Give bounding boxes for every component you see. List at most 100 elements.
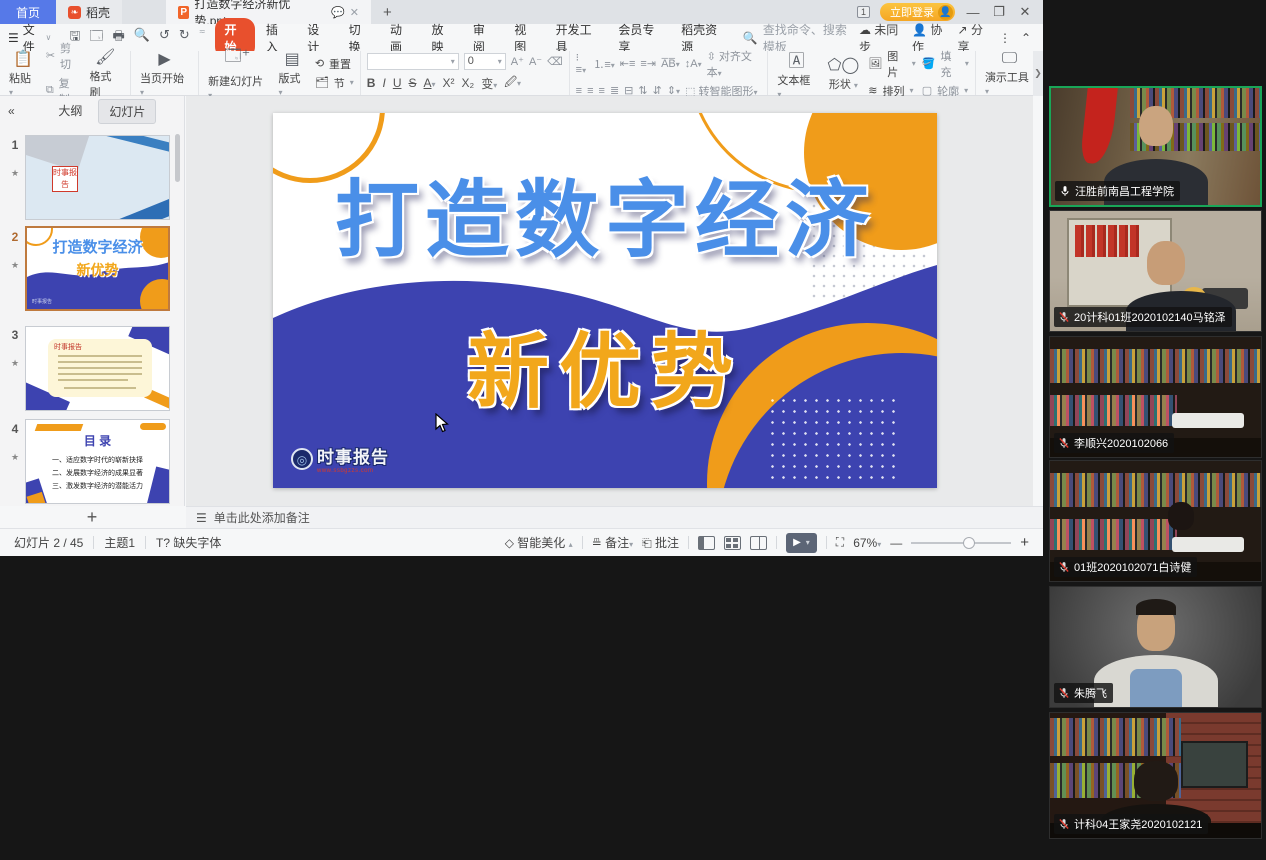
tab-docer[interactable]: ❧ 稻壳 bbox=[56, 0, 122, 24]
export-icon[interactable]: 🗔 bbox=[89, 27, 103, 49]
fill-button[interactable]: 🪣填充▾ bbox=[922, 48, 969, 80]
font-name-combo[interactable]: ▾ bbox=[367, 53, 459, 70]
align-text-button[interactable]: ⇳ 对齐文本▾ bbox=[707, 48, 762, 80]
collapse-panel-icon[interactable]: « bbox=[8, 104, 15, 118]
status-bar: 幻灯片 2 / 45 主题1 T? 缺失字体 ◇ 智能美化 ▴ ≞ 备注▾ ⎗ … bbox=[0, 528, 1043, 556]
shapes-button[interactable]: ⬠◯ 形状 ▾ bbox=[824, 55, 862, 92]
notes-toggle-button[interactable]: ≞ 备注▾ bbox=[592, 534, 633, 551]
fit-slide-icon[interactable]: ⛶ bbox=[836, 535, 844, 550]
slides-group: 🗔⁺ 新建幻灯片 ▾ ▤ 版式 ▾ ⟲重置 🗂节▾ bbox=[199, 51, 361, 95]
paste-button[interactable]: 📋 粘贴 ▾ bbox=[6, 49, 40, 98]
cut-icon: ✂ bbox=[46, 49, 55, 62]
increase-indent-icon[interactable]: ≡⇥ bbox=[640, 57, 656, 70]
zoom-level[interactable]: 67%▾ bbox=[853, 536, 881, 550]
new-slide-icon: 🗔⁺ bbox=[224, 45, 250, 72]
bullets-icon[interactable]: ⁝≡▾ bbox=[576, 51, 589, 76]
window-count-badge[interactable]: 1 bbox=[857, 6, 870, 18]
participant-head bbox=[1139, 106, 1173, 146]
tab-slides[interactable]: 幻灯片 bbox=[98, 99, 156, 124]
play-from-current-button[interactable]: ▶ 当页开始 ▾ bbox=[137, 49, 192, 98]
collapse-ribbon-icon[interactable]: ⌃ bbox=[1021, 31, 1031, 45]
video-tile-1[interactable]: 汪胜前南昌工程学院 bbox=[1049, 86, 1262, 207]
insert-group: 🄰 文本框 ▾ ⬠◯ 形状 ▾ 🖼图片▾ ≋排列▾ 🪣填充▾ ▢轮廓▾ bbox=[768, 51, 976, 95]
paste-icon: 📋 bbox=[13, 49, 33, 69]
thumbnail-scrollbar[interactable] bbox=[175, 134, 180, 182]
align-center-icon[interactable]: ≡ bbox=[587, 85, 593, 97]
video-tile-2[interactable]: 20计科01班2020102140马铭泽 bbox=[1049, 210, 1262, 332]
subscript-button[interactable]: X₂ bbox=[462, 76, 475, 90]
zoom-slider-knob[interactable] bbox=[963, 537, 975, 549]
add-slide-button[interactable]: + bbox=[0, 507, 184, 528]
font-size-combo[interactable]: 0▾ bbox=[464, 53, 506, 70]
video-tile-6[interactable]: 计科04王家尧2020102121 bbox=[1049, 712, 1262, 839]
participant-nameplate: 李顺兴2020102066 bbox=[1054, 433, 1174, 453]
line-spacing-icon[interactable]: ↕A▾ bbox=[685, 58, 702, 70]
align-left-icon[interactable]: ≡ bbox=[576, 85, 582, 97]
strikethrough-button[interactable]: S bbox=[408, 76, 416, 90]
cut-button[interactable]: ✂剪切 bbox=[46, 40, 81, 72]
hamburger-icon: ☰ bbox=[8, 31, 19, 45]
textbox-button[interactable]: 🄰 文本框 ▾ bbox=[774, 47, 818, 100]
font-color-button[interactable]: A▾ bbox=[424, 76, 436, 90]
comments-button[interactable]: ⎗ 批注 bbox=[642, 534, 679, 551]
numbering-icon[interactable]: ⒈≡▾ bbox=[593, 56, 614, 72]
video-tile-4[interactable]: 01班2020102071白诗健 bbox=[1049, 460, 1262, 582]
clear-format-icon[interactable]: ⌫ bbox=[547, 55, 563, 68]
missing-font-warning[interactable]: T? 缺失字体 bbox=[156, 534, 221, 551]
redo-icon[interactable]: ↻ bbox=[179, 27, 190, 49]
notes-lines-icon: ≞ bbox=[592, 536, 602, 550]
align-right-icon[interactable]: ≡ bbox=[599, 85, 605, 97]
minimize-button[interactable]: — bbox=[965, 5, 981, 20]
bold-button[interactable]: B bbox=[367, 76, 376, 90]
new-slide-button[interactable]: 🗔⁺ 新建幻灯片 ▾ bbox=[205, 45, 269, 101]
tab-outline[interactable]: 大纲 bbox=[48, 99, 92, 124]
video-tile-3[interactable]: 李顺兴2020102066 bbox=[1049, 336, 1262, 458]
ribbon-overflow-button[interactable]: ❯ bbox=[1033, 51, 1043, 96]
slide-sorter-view-icon[interactable] bbox=[724, 536, 741, 550]
section-button[interactable]: 🗂节▾ bbox=[315, 75, 354, 91]
slide-3-number: 3 bbox=[8, 328, 22, 342]
zoom-slider[interactable] bbox=[911, 542, 1011, 544]
reset-button[interactable]: ⟲重置 bbox=[315, 56, 354, 72]
hair bbox=[1136, 599, 1176, 615]
mic-muted-icon bbox=[1058, 311, 1070, 323]
picture-button[interactable]: 🖼图片▾ bbox=[868, 48, 915, 80]
notes-bar[interactable]: ☰ 单击此处添加备注 bbox=[186, 506, 1043, 528]
print-icon[interactable]: 🖶 bbox=[113, 27, 125, 49]
zoom-out-button[interactable]: — bbox=[890, 536, 902, 550]
increase-font-icon[interactable]: A⁺ bbox=[511, 55, 524, 68]
slide-layout-button[interactable]: ▤ 版式 ▾ bbox=[275, 49, 308, 98]
textbox-icon: 🄰 bbox=[788, 47, 804, 71]
slide-1-thumbnail[interactable]: 时事报告 bbox=[25, 135, 170, 220]
undo-icon[interactable]: ↺ bbox=[159, 27, 170, 49]
login-button[interactable]: 立即登录 👤 bbox=[880, 3, 955, 21]
superscript-button[interactable]: X² bbox=[443, 76, 455, 90]
smart-beautify-button[interactable]: ◇ 智能美化 ▴ bbox=[505, 534, 573, 551]
video-tile-5[interactable]: 朱腾飞 bbox=[1049, 586, 1262, 708]
decrease-indent-icon[interactable]: ⇤≡ bbox=[620, 57, 636, 70]
slide-4-thumbnail[interactable]: 目 录 一、适应数字时代的崭新抉择 二、发展数字经济的成果显著 三、激发数字经济… bbox=[25, 419, 170, 504]
underline-button[interactable]: U bbox=[393, 76, 402, 90]
reading-view-icon[interactable] bbox=[750, 536, 767, 550]
format-painter-button[interactable]: 🖌 格式刷 bbox=[86, 47, 124, 100]
print-preview-icon[interactable]: 🔍 bbox=[134, 27, 150, 49]
theme-indicator[interactable]: 主题1 bbox=[104, 534, 135, 551]
phonetic-guide-icon[interactable]: 变▾ bbox=[481, 75, 497, 92]
more-menu-icon[interactable]: ⋮ bbox=[999, 31, 1011, 45]
current-slide[interactable]: 打造数字经济 新优势 ◎ 时事报告 www.ssbgzzs.com bbox=[273, 113, 937, 488]
presentation-tools-button[interactable]: 🖵 演示工具 ▾ bbox=[982, 50, 1037, 97]
layout-icon: ▤ bbox=[285, 49, 300, 69]
slideshow-play-button[interactable]: ▶ ▾ bbox=[786, 533, 817, 553]
decrease-font-icon[interactable]: A⁻ bbox=[529, 55, 542, 68]
italic-button[interactable]: I bbox=[382, 76, 385, 90]
restore-button[interactable]: ❐ bbox=[991, 4, 1007, 20]
reset-icon: ⟲ bbox=[315, 57, 324, 70]
slide-2-thumbnail-selected[interactable]: 打造数字经济 新优势 时事报告 bbox=[25, 226, 170, 311]
normal-view-icon[interactable] bbox=[698, 536, 715, 550]
text-direction-icon[interactable]: A̅B̅▾ bbox=[661, 58, 680, 70]
highlight-pen-icon[interactable]: 🖉▾ bbox=[504, 73, 521, 94]
slide-3-thumbnail[interactable]: 时事报告 bbox=[25, 326, 170, 411]
slide-canvas: 打造数字经济 新优势 ◎ 时事报告 www.ssbgzzs.com bbox=[186, 96, 1033, 506]
close-button[interactable]: ✕ bbox=[1017, 4, 1033, 20]
zoom-in-button[interactable]: + bbox=[1020, 534, 1029, 551]
